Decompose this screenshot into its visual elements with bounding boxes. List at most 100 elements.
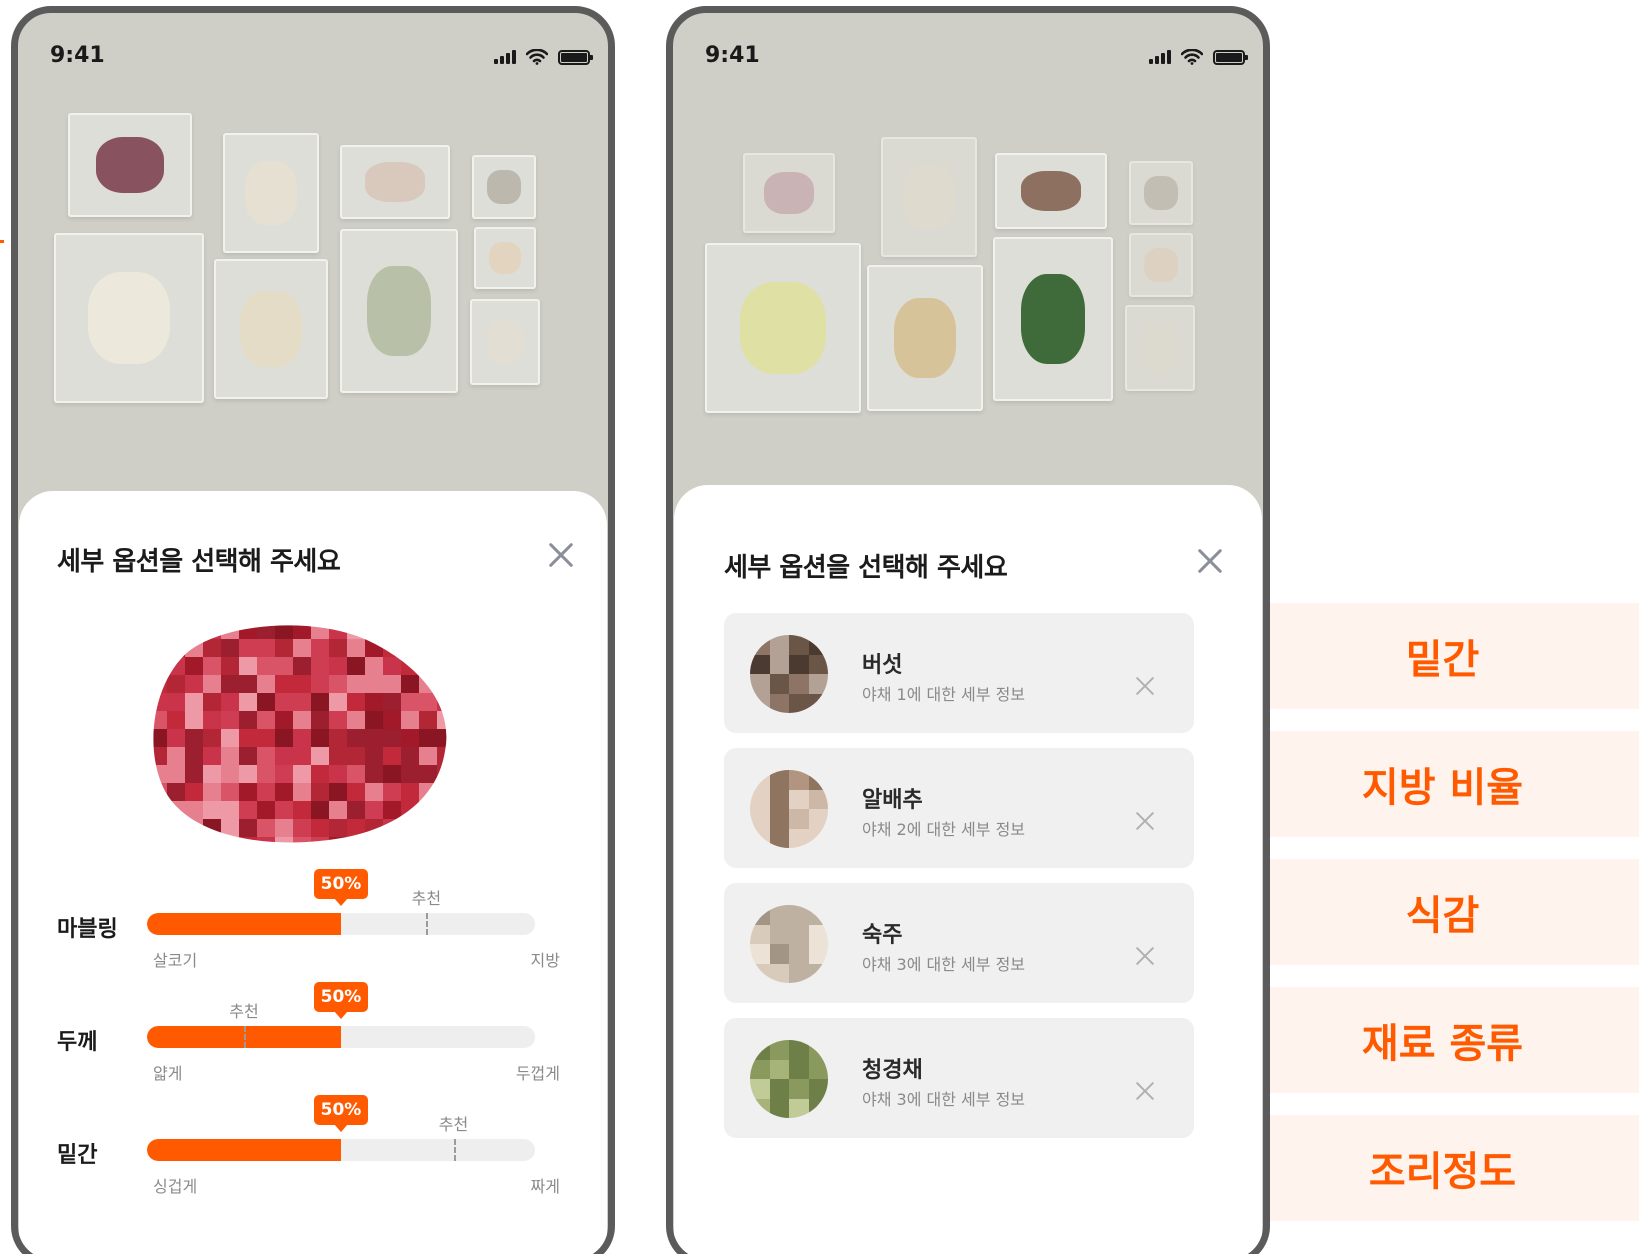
phone-frame-right: 9:41 세부 옵션을 선택해 주세요 버섯 야채 1에 대한 세부 정보 알배…: [666, 6, 1270, 1254]
remove-icon[interactable]: [1134, 945, 1156, 967]
pack-sauce-1: [1129, 161, 1193, 225]
steak-pixel: [275, 801, 293, 819]
steak-pixel: [275, 819, 293, 837]
steak-pixel: [203, 625, 221, 639]
pack-beef: [68, 113, 192, 217]
recommend-label: 추천: [438, 1115, 469, 1134]
option-tag: 식감: [1270, 859, 1639, 965]
steak-pixel: [329, 639, 347, 657]
steak-pixel: [257, 639, 275, 657]
slider-min-label: 살코기: [153, 951, 198, 970]
pack-sauce-1: [472, 155, 536, 219]
steak-pixel: [203, 639, 221, 657]
steak-pixel: [239, 837, 257, 843]
steak-pixel: [167, 765, 185, 783]
steak-pixel: [153, 625, 167, 639]
steak-pixel: [311, 711, 329, 729]
steak-pixel: [329, 625, 347, 639]
slider-track[interactable]: [147, 1026, 535, 1048]
slider-value-bubble[interactable]: 50%: [314, 1095, 368, 1125]
sheet-title: 세부 옵션을 선택해 주세요: [724, 553, 1008, 583]
option-tag: 재료 종류: [1270, 987, 1639, 1093]
steak-pixel: [365, 675, 383, 693]
steak-pixel: [167, 675, 185, 693]
remove-icon[interactable]: [1134, 810, 1156, 832]
steak-pixel: [437, 837, 447, 843]
steak-pixel: [203, 729, 221, 747]
steak-pixel: [167, 693, 185, 711]
steak-pixel: [401, 729, 419, 747]
steak-pixel: [167, 625, 185, 639]
slider-track[interactable]: [147, 1139, 535, 1161]
steak-pixel: [275, 639, 293, 657]
steak-pixel: [329, 675, 347, 693]
slider-max-label: 지방: [530, 951, 560, 970]
slider-max-label: 두껍게: [515, 1064, 560, 1083]
steak-pixel: [347, 639, 365, 657]
steak-pixel: [167, 819, 185, 837]
ingredient-card[interactable]: 알배추 야채 2에 대한 세부 정보: [724, 748, 1194, 868]
slider-value-bubble[interactable]: 50%: [314, 869, 368, 899]
steak-pixel: [365, 639, 383, 657]
steak-pixel: [221, 765, 239, 783]
steak-pixel: [167, 639, 185, 657]
remove-icon[interactable]: [1134, 1080, 1156, 1102]
slider-min-label: 싱겁게: [153, 1177, 198, 1196]
status-time: 9:41: [50, 43, 105, 68]
steak-pixel: [167, 801, 185, 819]
steak-pixel: [419, 837, 437, 843]
steak-pixel: [221, 657, 239, 675]
option-tag: 조리정도: [1270, 1115, 1639, 1221]
ingredient-name: 버섯: [862, 653, 903, 678]
steak-pixel: [401, 693, 419, 711]
steak-pixel: [437, 625, 447, 639]
close-icon[interactable]: [547, 541, 575, 569]
pack-cabbage: [54, 233, 204, 403]
steak-pixel: [365, 747, 383, 765]
steak-pixel: [221, 693, 239, 711]
pack-beef: [743, 153, 835, 233]
slider-label: 마블링: [57, 917, 118, 942]
steak-pixel: [365, 711, 383, 729]
steak-pixel: [203, 657, 221, 675]
steak-pixel: [153, 783, 167, 801]
steak-pixel: [239, 657, 257, 675]
steak-pixel: [419, 729, 437, 747]
steak-pixel: [437, 711, 447, 729]
steak-pixel: [311, 765, 329, 783]
steak-pixel: [293, 657, 311, 675]
ingredient-name: 청경채: [862, 1058, 923, 1083]
steak-pixel: [311, 625, 329, 639]
steak-pixel: [153, 765, 167, 783]
steak-pixel: [293, 711, 311, 729]
steak-pixel: [153, 801, 167, 819]
slider-track[interactable]: [147, 913, 535, 935]
ingredient-card[interactable]: 버섯 야채 1에 대한 세부 정보: [724, 613, 1194, 733]
ingredient-card[interactable]: 숙주 야채 3에 대한 세부 정보: [724, 883, 1194, 1003]
steak-pixel: [257, 819, 275, 837]
steak-pixel: [257, 765, 275, 783]
remove-icon[interactable]: [1134, 675, 1156, 697]
steak-pixel: [437, 783, 447, 801]
steak-pixel: [293, 729, 311, 747]
ingredient-card[interactable]: 청경채 야채 3에 대한 세부 정보: [724, 1018, 1194, 1138]
steak-pixel: [185, 837, 203, 843]
steak-pixel: [311, 675, 329, 693]
close-icon[interactable]: [1196, 547, 1224, 575]
recommend-marker: [453, 1139, 456, 1161]
slider-max-label: 짜게: [530, 1177, 560, 1196]
battery-icon: [558, 49, 593, 65]
steak-pixel: [311, 693, 329, 711]
steak-pixel: [185, 765, 203, 783]
steak-pixel: [185, 625, 203, 639]
bottom-sheet: 세부 옵션을 선택해 주세요 버섯 야채 1에 대한 세부 정보 알배추 야채 …: [674, 485, 1262, 1254]
steak-pixel: [383, 657, 401, 675]
pack-sauce-3: [470, 299, 540, 385]
steak-pixel: [275, 783, 293, 801]
steak-pixel: [419, 625, 437, 639]
slider-value-bubble[interactable]: 50%: [314, 982, 368, 1012]
steak-pixel: [257, 837, 275, 843]
steak-pixel: [347, 729, 365, 747]
ingredient-thumbnail: [750, 1040, 828, 1118]
steak-pixel: [153, 711, 167, 729]
